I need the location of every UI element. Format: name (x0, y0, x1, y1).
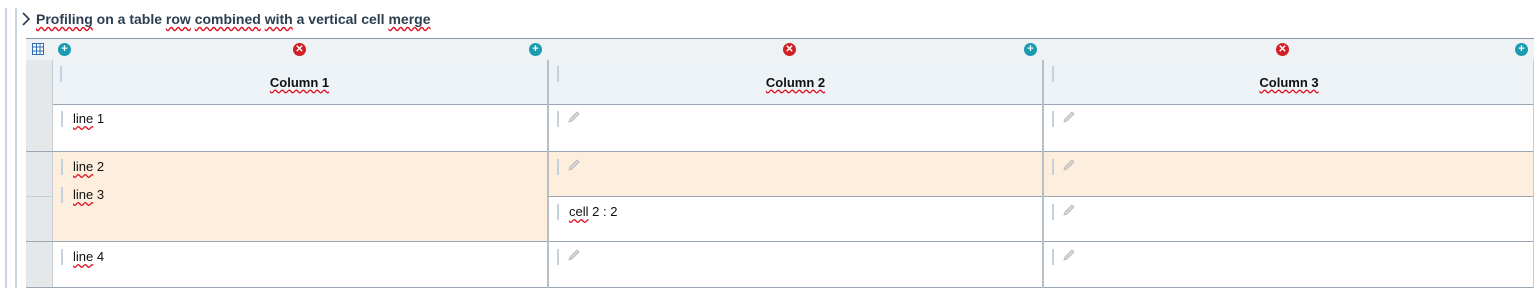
title-word: Profiling (36, 11, 93, 27)
cell-handle (61, 111, 63, 127)
cell-handle (61, 187, 63, 203)
cell-handle (1052, 204, 1054, 220)
pencil-icon[interactable] (567, 158, 581, 172)
pencil-icon[interactable] (1062, 248, 1076, 262)
table-cell[interactable] (1044, 104, 1533, 151)
column-header-3[interactable]: Column 3 (1044, 60, 1534, 104)
cell-handle (557, 66, 559, 82)
title-word: a vertical cell (296, 11, 385, 27)
pencil-icon[interactable] (1062, 158, 1076, 172)
left-guide-bar (5, 8, 7, 288)
table-grid: + ✕ + ✕ + ✕ + Column 1 Column 2 Column 3 (26, 38, 1534, 288)
title-word: combined (194, 11, 261, 27)
title-word: on a table (96, 11, 163, 27)
cell-handle (1052, 159, 1054, 175)
table-cell[interactable] (1044, 152, 1533, 196)
add-column-icon[interactable]: + (1024, 43, 1037, 56)
cell-handle (557, 159, 559, 175)
row-handle-column[interactable] (26, 60, 53, 288)
cell-handle (557, 111, 559, 127)
table-header-row: Column 1 Column 2 Column 3 (26, 60, 1534, 105)
table-cell[interactable] (549, 104, 1042, 151)
title-word: row (165, 11, 191, 27)
add-column-icon[interactable]: + (58, 43, 71, 56)
add-column-icon[interactable]: + (529, 43, 542, 56)
merged-table-cell[interactable]: line 2 line 3 (53, 152, 547, 241)
cell-handle (1052, 249, 1054, 265)
table-cell[interactable]: cell 2 : 2 (549, 197, 1042, 241)
table-cell[interactable] (1044, 197, 1533, 241)
pencil-icon[interactable] (1062, 203, 1076, 217)
column-header-1[interactable]: Column 1 (52, 60, 547, 104)
cell-handle (61, 249, 63, 265)
title-word: merge (388, 11, 431, 27)
table-cell[interactable] (1044, 242, 1533, 287)
pencil-icon[interactable] (567, 110, 581, 124)
column-header-2[interactable]: Column 2 (549, 60, 1042, 104)
cell-handle (1052, 66, 1054, 82)
pencil-icon[interactable] (1062, 110, 1076, 124)
delete-column-icon[interactable]: ✕ (783, 43, 796, 56)
cell-handle (557, 204, 559, 220)
cell-handle (1052, 111, 1054, 127)
cell-handle (60, 66, 62, 82)
chevron-right-icon[interactable] (20, 12, 32, 26)
cell-handle (557, 249, 559, 265)
pencil-icon[interactable] (567, 248, 581, 262)
row-divider (26, 196, 52, 197)
table-cell[interactable] (549, 152, 1042, 196)
cell-handle (61, 159, 63, 175)
column-controls-bar: + ✕ + ✕ + ✕ + (26, 38, 1534, 62)
left-guide-bar-inner (15, 8, 17, 288)
row-divider (26, 287, 1534, 288)
add-column-icon[interactable]: + (1515, 43, 1528, 56)
table-cell[interactable]: line 4 (53, 242, 547, 287)
table-icon[interactable] (32, 43, 44, 55)
section-title[interactable]: Profiling on a table row combined with a… (20, 10, 430, 28)
column-divider (1533, 60, 1534, 288)
delete-column-icon[interactable]: ✕ (293, 43, 306, 56)
delete-column-icon[interactable]: ✕ (1276, 43, 1289, 56)
title-word: with (264, 11, 293, 27)
table-cell[interactable] (549, 242, 1042, 287)
table-cell[interactable]: line 1 (53, 104, 547, 151)
